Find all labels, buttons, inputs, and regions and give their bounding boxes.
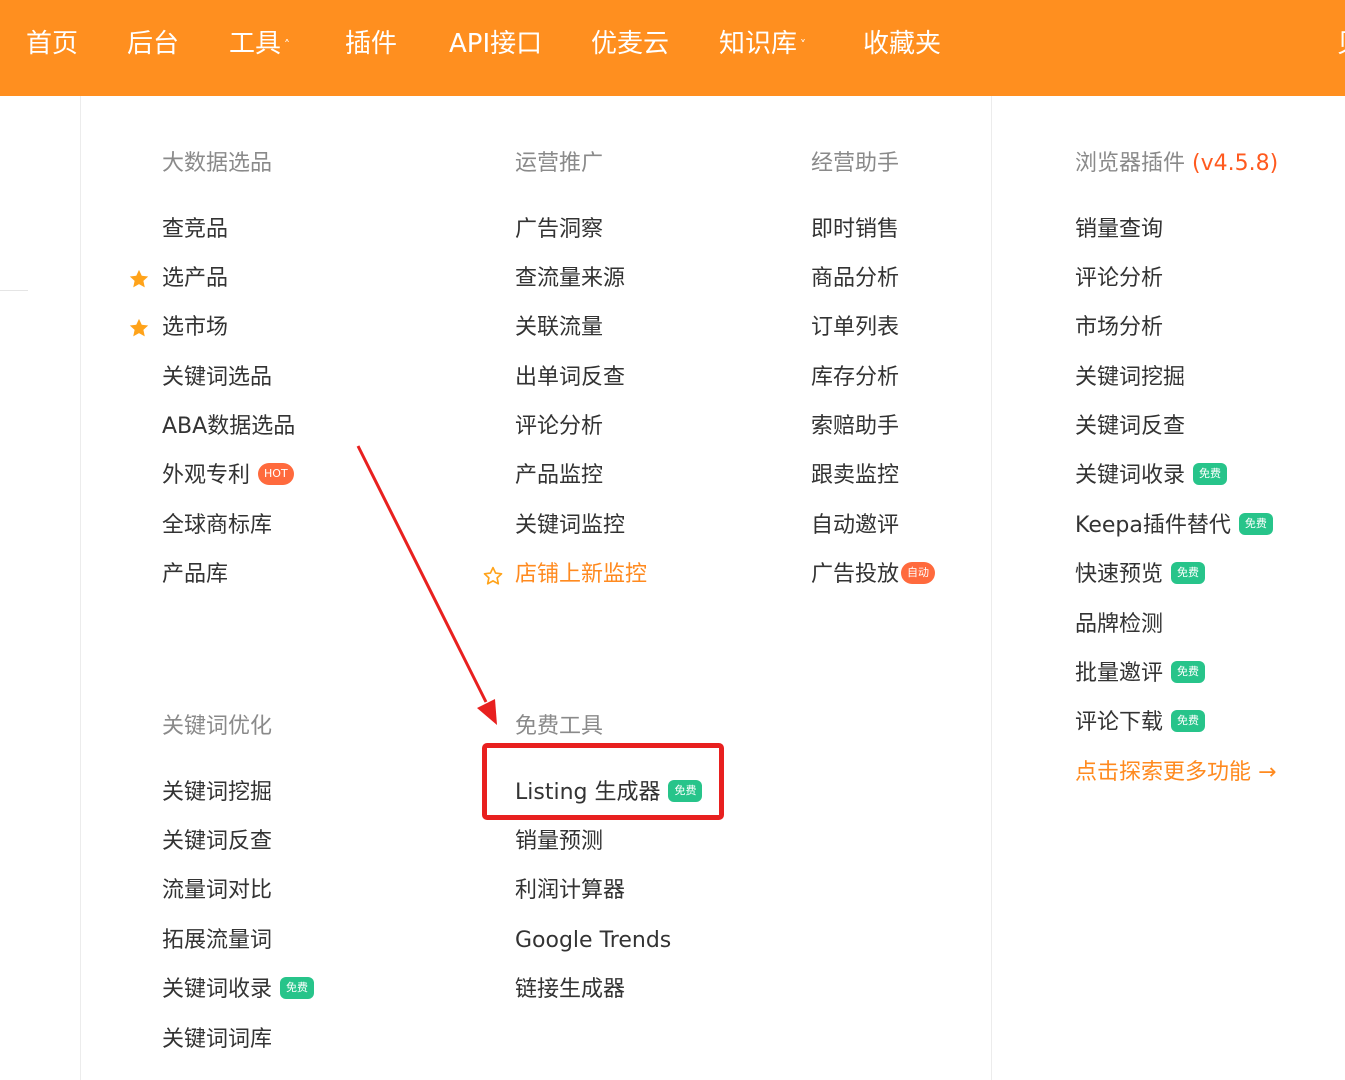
annotation-arrow-icon: [356, 445, 497, 725]
